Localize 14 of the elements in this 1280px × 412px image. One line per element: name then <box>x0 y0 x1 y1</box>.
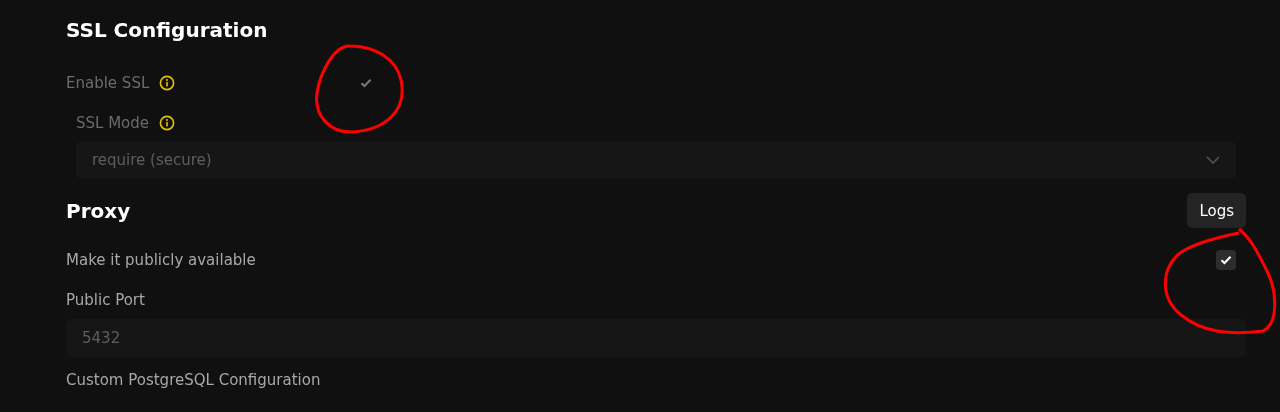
chevron-down-icon <box>1206 156 1220 164</box>
field-label: Public Port <box>66 291 145 309</box>
field-label: Enable SSL <box>66 74 150 92</box>
field-label: SSL Mode <box>76 114 150 132</box>
info-icon <box>159 115 176 131</box>
section-title: Proxy <box>66 197 131 225</box>
section-title: SSL Configuration <box>66 17 269 44</box>
field-label: Make it publicly available <box>66 251 256 269</box>
info-icon <box>159 75 176 91</box>
check-icon <box>360 78 372 88</box>
checkbox[interactable] <box>1216 250 1236 270</box>
check-icon <box>1220 255 1232 265</box>
field-label: Custom PostgreSQL Configuration <box>66 371 321 389</box>
logs-button[interactable]: Logs <box>1187 193 1246 228</box>
